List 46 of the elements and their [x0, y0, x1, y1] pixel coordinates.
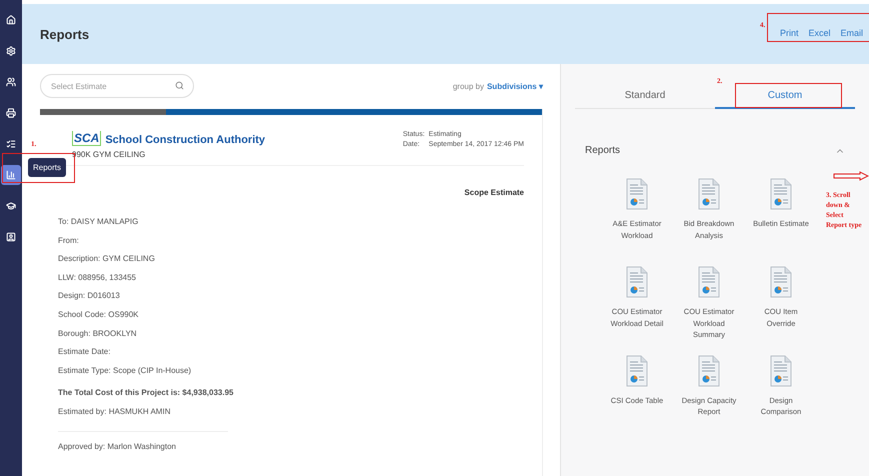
report-document-icon: [698, 178, 720, 210]
estimated-by: Estimated by: HASMUKH AMIN: [58, 406, 172, 417]
report-field: To: DAISY MANLAPIG: [58, 217, 524, 227]
report-field: LLW: 088956, 133455: [58, 272, 524, 283]
gear-icon: [6, 46, 16, 56]
tab[interactable]: Custom: [715, 82, 855, 109]
report-field: Borough: BROOKLYN: [58, 328, 524, 339]
report-document-icon: [770, 178, 792, 210]
section-title: Reports: [585, 145, 620, 156]
group-by-label: group by: [452, 82, 484, 90]
report-document-icon: [698, 354, 720, 386]
group-by-dropdown[interactable]: Subdivisions ▾: [486, 82, 543, 90]
report-document-icon: [770, 354, 792, 386]
search-icon: [175, 81, 184, 90]
report-type: Scope Estimate: [464, 188, 524, 197]
users-icon: [6, 77, 16, 87]
report-field: Estimate Date:: [58, 347, 524, 358]
report-document-icon: [626, 266, 648, 298]
total-cost: The Total Cost of this Project is: $4,938,033.95: [58, 388, 234, 398]
cap-icon: [6, 201, 16, 211]
report-field: From:: [58, 236, 524, 246]
chart-icon: [6, 170, 16, 180]
list-icon: [6, 139, 16, 149]
approved-by: Approved by: Marlon Washington: [58, 442, 177, 452]
arrow-icon: [833, 171, 869, 181]
tab[interactable]: Standard: [575, 82, 715, 109]
report-document-icon: [698, 266, 720, 298]
report-subtitle: 990K GYM CEILING: [72, 150, 146, 159]
home-icon: [6, 15, 16, 25]
report-document-icon: [770, 266, 792, 298]
page-title: Reports: [40, 26, 90, 42]
report-field: School Code: OS990K: [58, 310, 524, 320]
header-action-link[interactable]: Print: [780, 28, 798, 38]
report-document-icon: [626, 178, 648, 210]
logo-abbreviation: SCA: [72, 131, 102, 146]
report-field: Design: D016013: [58, 291, 524, 302]
header-action-link[interactable]: Email: [840, 28, 863, 38]
search-field[interactable]: Select Estimate: [40, 74, 194, 98]
printer-icon: [6, 108, 16, 118]
badge-icon: [6, 232, 16, 242]
header-action-link[interactable]: Excel: [808, 28, 830, 38]
report-field: Description: GYM CEILING: [58, 254, 524, 264]
organization-name: School Construction Authority: [105, 134, 266, 146]
tooltip: Reports: [28, 158, 66, 177]
report-document-icon: [626, 354, 648, 386]
report-field: Estimate Type: Scope (CIP In-House): [58, 366, 524, 376]
